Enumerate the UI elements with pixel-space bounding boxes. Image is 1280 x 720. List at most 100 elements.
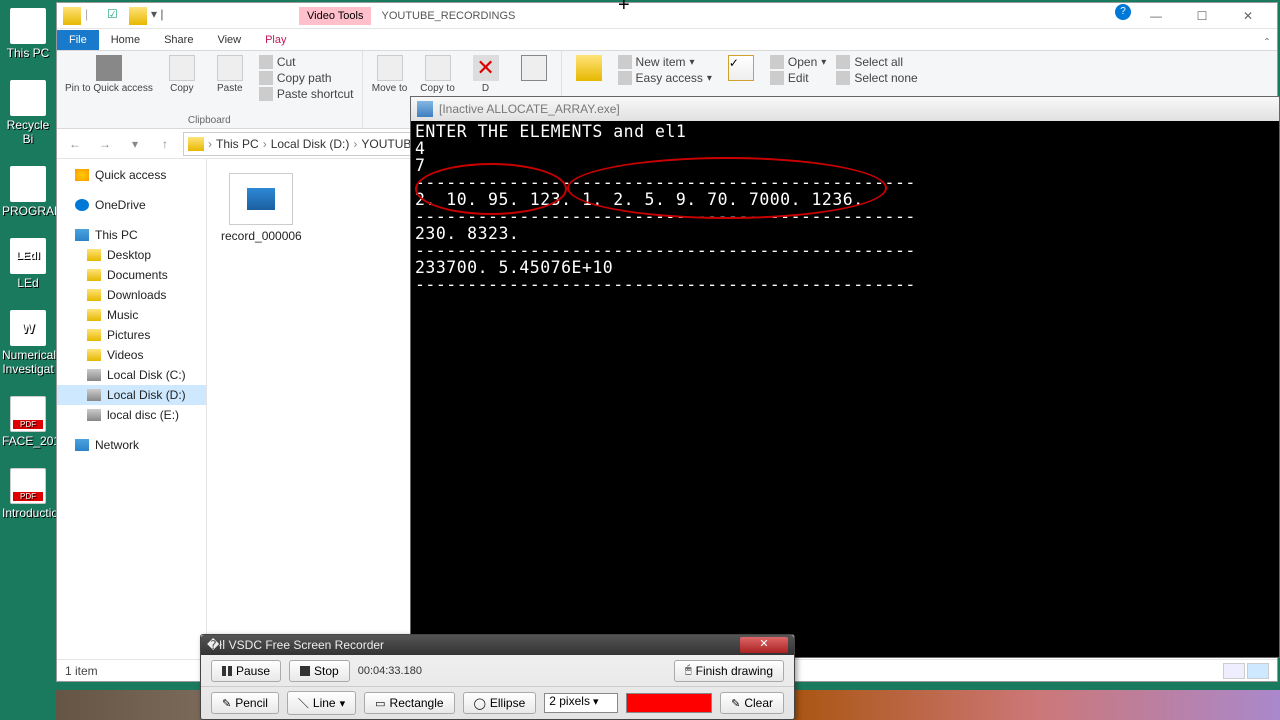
nav-music[interactable]: Music	[57, 305, 206, 325]
large-icons-view-button[interactable]	[1247, 663, 1269, 679]
button-label: Ellipse	[490, 696, 525, 710]
paste-button[interactable]: Paste	[211, 55, 249, 94]
nav-this-pc[interactable]: This PC	[57, 225, 206, 245]
help-icon[interactable]: ?	[1115, 4, 1131, 20]
breadcrumb-segment[interactable]: This PC	[216, 137, 259, 151]
nav-label: Downloads	[107, 288, 166, 302]
nav-back-button[interactable]: ←	[63, 132, 87, 156]
tab-file[interactable]: File	[57, 30, 99, 50]
nav-disk-d[interactable]: Local Disk (D:)	[57, 385, 206, 405]
color-picker[interactable]	[626, 693, 712, 713]
close-button[interactable]: ✕	[1225, 4, 1271, 28]
nav-forward-button[interactable]: →	[93, 132, 117, 156]
pause-button[interactable]: Pause	[211, 660, 281, 682]
nav-network[interactable]: Network	[57, 435, 206, 455]
pdf-icon	[10, 468, 46, 504]
edit-icon	[770, 71, 784, 85]
nav-quick-access[interactable]: Quick access	[57, 165, 206, 185]
nav-disk-e[interactable]: local disc (E:)	[57, 405, 206, 425]
nav-pane[interactable]: Quick access OneDrive This PC Desktop Do…	[57, 159, 207, 659]
folder-icon	[87, 349, 101, 361]
rectangle-tool-button[interactable]: ▭ Rectangle	[364, 692, 454, 714]
select-none-button[interactable]: Select none	[836, 71, 917, 85]
tab-play[interactable]: Play	[253, 30, 298, 50]
nav-disk-c[interactable]: Local Disk (C:)	[57, 365, 206, 385]
move-icon	[377, 55, 403, 81]
clipboard-stack: Cut Copy path Paste shortcut	[259, 55, 354, 101]
vsdc-recorder-window[interactable]: �łⅼ VSDC Free Screen Recorder ✕ Pause St…	[200, 634, 795, 720]
desktop: This PC Recycle Bi PROGRAM LEdILEd WNume…	[0, 0, 56, 720]
copy-to-button[interactable]: Copy to	[419, 55, 457, 94]
breadcrumb-segment[interactable]: Local Disk (D:)	[271, 137, 350, 151]
titlebar[interactable]: | ☑ ▾ | Video Tools YOUTUBE_RECORDINGS ?…	[57, 3, 1277, 29]
pin-quick-access-button[interactable]: Pin to Quick access	[65, 55, 153, 94]
stop-button[interactable]: Stop	[289, 660, 350, 682]
button-label: Paste shortcut	[277, 87, 354, 101]
ellipse-tool-button[interactable]: ◯ Ellipse	[463, 692, 537, 714]
breadcrumb[interactable]: › This PC › Local Disk (D:) › YOUTUBE_R	[183, 132, 440, 156]
pause-icon	[222, 666, 232, 676]
nav-downloads[interactable]: Downloads	[57, 285, 206, 305]
nav-videos[interactable]: Videos	[57, 345, 206, 365]
rename-button[interactable]	[515, 55, 553, 81]
nav-desktop[interactable]: Desktop	[57, 245, 206, 265]
nav-pictures[interactable]: Pictures	[57, 325, 206, 345]
open-button[interactable]: Open ▾	[770, 55, 826, 69]
tab-home[interactable]: Home	[99, 30, 152, 50]
led-icon: LEdI	[10, 238, 46, 274]
clear-button[interactable]: ✎ Clear	[720, 692, 784, 714]
nav-recent-button[interactable]: ▾	[123, 132, 147, 156]
nav-up-button[interactable]: ↑	[153, 132, 177, 156]
finish-drawing-button[interactable]: 🖱 Finish drawing	[674, 660, 784, 682]
qat-properties-icon[interactable]: ☑	[107, 7, 125, 25]
easy-access-button[interactable]: Easy access ▾	[618, 71, 712, 85]
app-icon	[417, 101, 433, 117]
properties-button[interactable]: ✓	[722, 55, 760, 81]
select-all-button[interactable]: Select all	[836, 55, 917, 69]
desktop-icon-face-pdf[interactable]: FACE_201	[2, 396, 54, 448]
desktop-icon-program[interactable]: PROGRAM	[2, 166, 54, 218]
desktop-icon-intro-pdf[interactable]: Introductio	[2, 468, 54, 520]
cut-button[interactable]: Cut	[259, 55, 354, 69]
paste-shortcut-button[interactable]: Paste shortcut	[259, 87, 354, 101]
copy-path-button[interactable]: Copy path	[259, 71, 354, 85]
folder-icon	[87, 329, 101, 341]
edit-button[interactable]: Edit	[770, 71, 826, 85]
button-label: Pencil	[235, 696, 268, 710]
nav-label: Quick access	[95, 168, 166, 182]
delete-button[interactable]: ✕D	[467, 55, 505, 94]
ribbon-group-clipboard: Pin to Quick access Copy Paste Cut Copy …	[57, 51, 363, 128]
line-width-select[interactable]: 2 pixels ▾	[544, 693, 618, 713]
button-label: Easy access	[636, 71, 703, 85]
nav-onedrive[interactable]: OneDrive	[57, 195, 206, 215]
nav-label: Network	[95, 438, 139, 452]
chevron-down-icon[interactable]: ▾ |	[151, 7, 169, 25]
nav-documents[interactable]: Documents	[57, 265, 206, 285]
console-titlebar[interactable]: [Inactive ALLOCATE_ARRAY.exe]	[411, 97, 1279, 121]
pencil-tool-button[interactable]: ✎ Pencil	[211, 692, 279, 714]
copy-button[interactable]: Copy	[163, 55, 201, 94]
desktop-icon-this-pc[interactable]: This PC	[2, 8, 54, 60]
line-tool-button[interactable]: ＼ Line ▾	[287, 691, 356, 715]
nav-label: This PC	[95, 228, 138, 242]
desktop-icon-led[interactable]: LEdILEd	[2, 238, 54, 290]
vsdc-close-button[interactable]: ✕	[740, 637, 788, 653]
desktop-icon-recycle-bin[interactable]: Recycle Bi	[2, 80, 54, 146]
new-folder-button[interactable]	[570, 55, 608, 81]
maximize-button[interactable]: ☐	[1179, 4, 1225, 28]
vsdc-titlebar[interactable]: �łⅼ VSDC Free Screen Recorder ✕	[201, 635, 794, 655]
details-view-button[interactable]	[1223, 663, 1245, 679]
console-window: [Inactive ALLOCATE_ARRAY.exe] ENTER THE …	[410, 96, 1280, 658]
file-item-record[interactable]: record_000006	[221, 173, 301, 243]
tab-view[interactable]: View	[205, 30, 253, 50]
tab-share[interactable]: Share	[152, 30, 205, 50]
desktop-icon-word[interactable]: WNumerical Investigat	[2, 310, 54, 376]
pc-icon	[75, 229, 89, 241]
ribbon-collapse-icon[interactable]: ˆ	[1257, 36, 1277, 50]
contextual-tab-video-tools[interactable]: Video Tools	[299, 7, 371, 25]
new-item-button[interactable]: New item ▾	[618, 55, 712, 69]
move-to-button[interactable]: Move to	[371, 55, 409, 94]
nav-label: Local Disk (D:)	[107, 388, 186, 402]
minimize-button[interactable]: —	[1133, 4, 1179, 28]
folder-icon[interactable]	[129, 7, 147, 25]
